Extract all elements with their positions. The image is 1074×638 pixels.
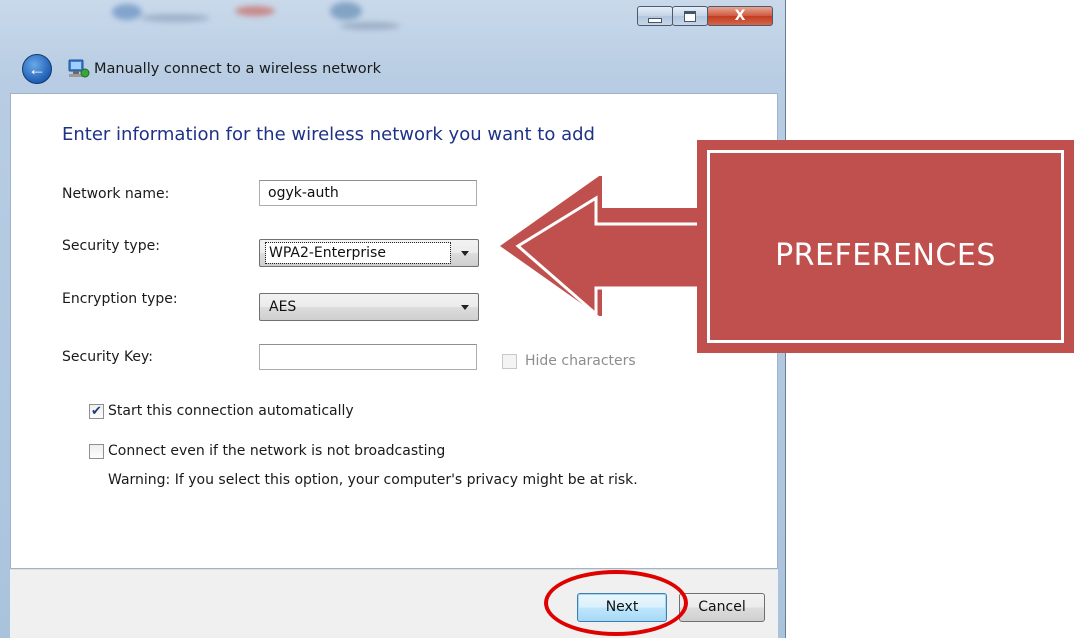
- connect-not-broadcasting-label: Connect even if the network is not broad…: [108, 443, 446, 459]
- preferences-callout: PREFERENCES: [697, 140, 1074, 353]
- connect-not-broadcasting-checkbox[interactable]: [89, 444, 104, 459]
- security-type-select[interactable]: WPA2-Enterprise: [259, 239, 479, 267]
- hide-characters-checkbox[interactable]: [502, 354, 517, 369]
- encryption-type-label: Encryption type:: [62, 291, 178, 307]
- network-icon: [66, 58, 90, 80]
- content-panel: Enter information for the wireless netwo…: [10, 93, 778, 569]
- minimize-button[interactable]: [637, 6, 673, 26]
- maximize-icon: [684, 10, 696, 22]
- next-highlight-ellipse: [544, 570, 688, 636]
- encryption-type-value: AES: [269, 299, 297, 315]
- callout-arrow: [500, 176, 700, 316]
- encryption-type-select[interactable]: AES: [259, 293, 479, 321]
- window-title: Manually connect to a wireless network: [94, 61, 381, 77]
- check-icon: ✔: [91, 404, 102, 419]
- callout-text: PREFERENCES: [775, 238, 996, 273]
- start-automatically-checkbox[interactable]: ✔: [89, 404, 104, 419]
- start-automatically-label: Start this connection automatically: [108, 403, 354, 419]
- network-name-label: Network name:: [62, 186, 170, 202]
- close-icon: X: [734, 8, 746, 24]
- nav-bar: ← Manually connect to a wireless network: [22, 54, 381, 84]
- security-key-label: Security Key:: [62, 349, 154, 365]
- privacy-warning-text: Warning: If you select this option, your…: [108, 472, 638, 488]
- wizard-window: X ← Manually connect to a wireless netwo…: [0, 0, 786, 638]
- maximize-button[interactable]: [672, 6, 708, 26]
- security-type-label: Security type:: [62, 238, 160, 254]
- security-key-field[interactable]: [259, 344, 477, 370]
- security-type-value: WPA2-Enterprise: [265, 242, 451, 264]
- cancel-button[interactable]: Cancel: [679, 593, 765, 622]
- close-button[interactable]: X: [707, 6, 773, 26]
- minimize-icon: [648, 17, 662, 23]
- chevron-down-icon: [461, 251, 469, 256]
- network-name-field[interactable]: ogyk-auth: [259, 180, 477, 206]
- window-controls: X: [637, 6, 775, 28]
- page-heading: Enter information for the wireless netwo…: [62, 124, 595, 145]
- chevron-down-icon: [461, 305, 469, 310]
- back-button[interactable]: ←: [22, 54, 52, 84]
- hide-characters-label: Hide characters: [525, 353, 636, 369]
- back-arrow-icon: ←: [28, 58, 46, 79]
